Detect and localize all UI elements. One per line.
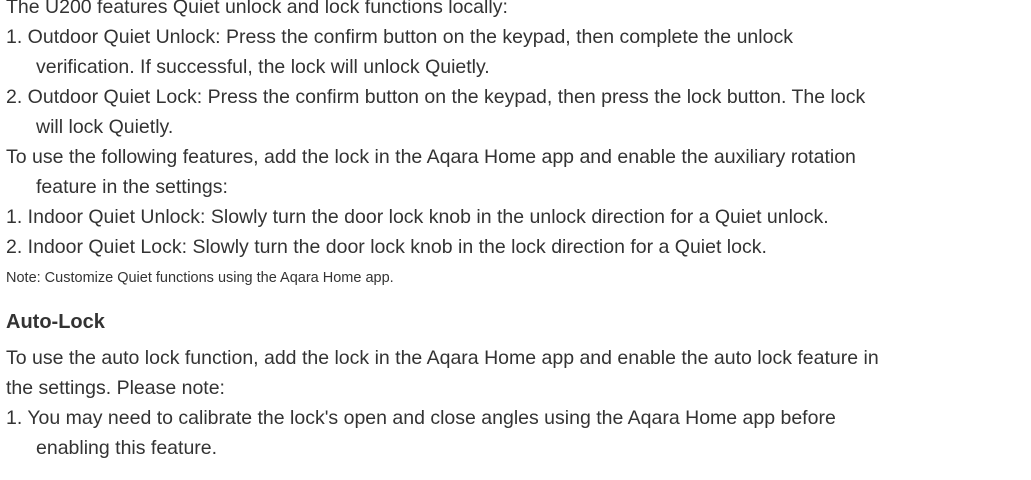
app-features-intro-line2: feature in the settings:	[36, 176, 228, 198]
outdoor-quiet-unlock-line2: verification. If successful, the lock wi…	[36, 56, 490, 78]
outdoor-quiet-lock-line1: 2. Outdoor Quiet Lock: Press the confirm…	[6, 86, 866, 108]
app-features-intro-line1: To use the following features, add the l…	[6, 146, 856, 168]
outdoor-quiet-unlock-line1: 1. Outdoor Quiet Unlock: Press the confi…	[6, 26, 793, 48]
quiet-intro: The U200 features Quiet unlock and lock …	[6, 0, 508, 18]
indoor-quiet-lock: 2. Indoor Quiet Lock: Slowly turn the do…	[6, 236, 767, 258]
outdoor-quiet-lock-line2: will lock Quietly.	[36, 116, 174, 138]
auto-lock-item1-line2: enabling this feature.	[36, 437, 218, 459]
auto-lock-intro-line1: To use the auto lock function, add the l…	[6, 347, 879, 369]
indoor-quiet-unlock: 1. Indoor Quiet Unlock: Slowly turn the …	[6, 206, 829, 228]
auto-lock-heading: Auto-Lock	[6, 311, 105, 333]
auto-lock-intro-line2: the settings. Please note:	[6, 377, 225, 399]
auto-lock-item1-line1: 1. You may need to calibrate the lock's …	[6, 407, 836, 429]
document-page: The U200 features Quiet unlock and lock …	[0, 0, 1031, 463]
quiet-note: Note: Customize Quiet functions using th…	[6, 270, 394, 286]
